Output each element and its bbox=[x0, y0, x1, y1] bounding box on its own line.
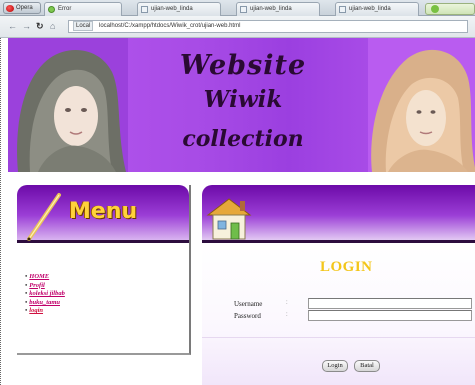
tab-ujian-web-2[interactable]: × ujian-web_linda bbox=[236, 2, 320, 16]
username-label: Username bbox=[234, 300, 263, 308]
hijab-model-left-image bbox=[8, 38, 128, 172]
menu-item-home[interactable]: HOME bbox=[25, 273, 65, 282]
login-panel: LOGIN Username : Password : Login Batal bbox=[202, 185, 475, 385]
tab-error[interactable]: Error bbox=[44, 2, 122, 16]
banner-title-line3: collection bbox=[182, 126, 304, 152]
new-tab-button[interactable] bbox=[425, 3, 475, 15]
hijab-model-right-image bbox=[368, 38, 475, 172]
tab-label: ujian-web_linda bbox=[349, 6, 391, 12]
login-title: LOGIN bbox=[320, 259, 373, 275]
house-icon bbox=[206, 198, 252, 240]
opera-logo-icon bbox=[6, 5, 14, 12]
form-divider bbox=[202, 337, 475, 338]
forward-arrow-icon[interactable]: → bbox=[22, 20, 31, 32]
login-button[interactable]: Login bbox=[322, 360, 348, 372]
reload-icon[interactable]: ↻ bbox=[36, 20, 44, 32]
address-field[interactable]: Local localhost/C:/xampp/htdocs/Wiwik_cr… bbox=[68, 20, 468, 33]
tab-favicon-icon bbox=[48, 6, 55, 13]
page-content: Website Wiwik collection Menu HOME Profi… bbox=[0, 38, 475, 385]
page-favicon-icon bbox=[240, 6, 247, 13]
address-toolbar: ← → ↻ ⌂ Local localhost/C:/xampp/htdocs/… bbox=[0, 16, 475, 38]
menu-title: Menu bbox=[69, 199, 138, 224]
local-badge: Local bbox=[73, 21, 94, 31]
page-favicon-icon bbox=[141, 6, 148, 13]
password-input[interactable] bbox=[308, 310, 472, 321]
site-banner: Website Wiwik collection bbox=[8, 38, 475, 172]
menu-panel: Menu HOME Profil koleksi jilbab buku_tam… bbox=[17, 185, 191, 355]
menu-item-login[interactable]: login bbox=[25, 307, 65, 316]
menu-item-koleksi-jilbab[interactable]: koleksi jilbab bbox=[25, 290, 65, 299]
tab-ujian-web-3[interactable]: × ujian-web_linda bbox=[335, 2, 419, 16]
cancel-button[interactable]: Batal bbox=[354, 360, 380, 372]
tab-label: ujian-web_linda bbox=[151, 6, 193, 12]
page-favicon-icon bbox=[339, 6, 346, 13]
menu-item-buku-tamu[interactable]: buku_tamu bbox=[25, 299, 65, 308]
username-input[interactable] bbox=[308, 298, 472, 309]
banner-title-line1: Website bbox=[179, 50, 307, 81]
pencil-icon bbox=[27, 193, 61, 241]
tab-label: Error bbox=[58, 6, 72, 12]
banner-title-line2: Wiwik bbox=[203, 86, 283, 113]
login-header bbox=[202, 185, 475, 243]
opera-menu-label: Opera bbox=[16, 5, 33, 11]
username-colon: : bbox=[286, 300, 288, 306]
home-icon[interactable]: ⌂ bbox=[50, 20, 55, 32]
back-arrow-icon[interactable]: ← bbox=[8, 20, 17, 32]
menu-list: HOME Profil koleksi jilbab buku_tamu log… bbox=[25, 273, 65, 316]
tab-ujian-web-1[interactable]: × ujian-web_linda bbox=[137, 2, 221, 16]
new-tab-icon bbox=[431, 5, 439, 13]
url-text: localhost/C:/xampp/htdocs/Wiwik_crot/uji… bbox=[99, 23, 241, 29]
menu-item-profil[interactable]: Profil bbox=[25, 282, 65, 291]
password-label: Password bbox=[234, 312, 261, 320]
menu-header: Menu bbox=[17, 185, 189, 243]
password-colon: : bbox=[286, 312, 288, 318]
tab-label: ujian-web_linda bbox=[250, 6, 292, 12]
opera-menu-button[interactable]: Opera bbox=[3, 2, 41, 14]
browser-tab-bar: Opera Error × ujian-web_linda × ujian-we… bbox=[0, 0, 475, 16]
login-form: LOGIN Username : Password : Login Batal bbox=[202, 246, 475, 385]
